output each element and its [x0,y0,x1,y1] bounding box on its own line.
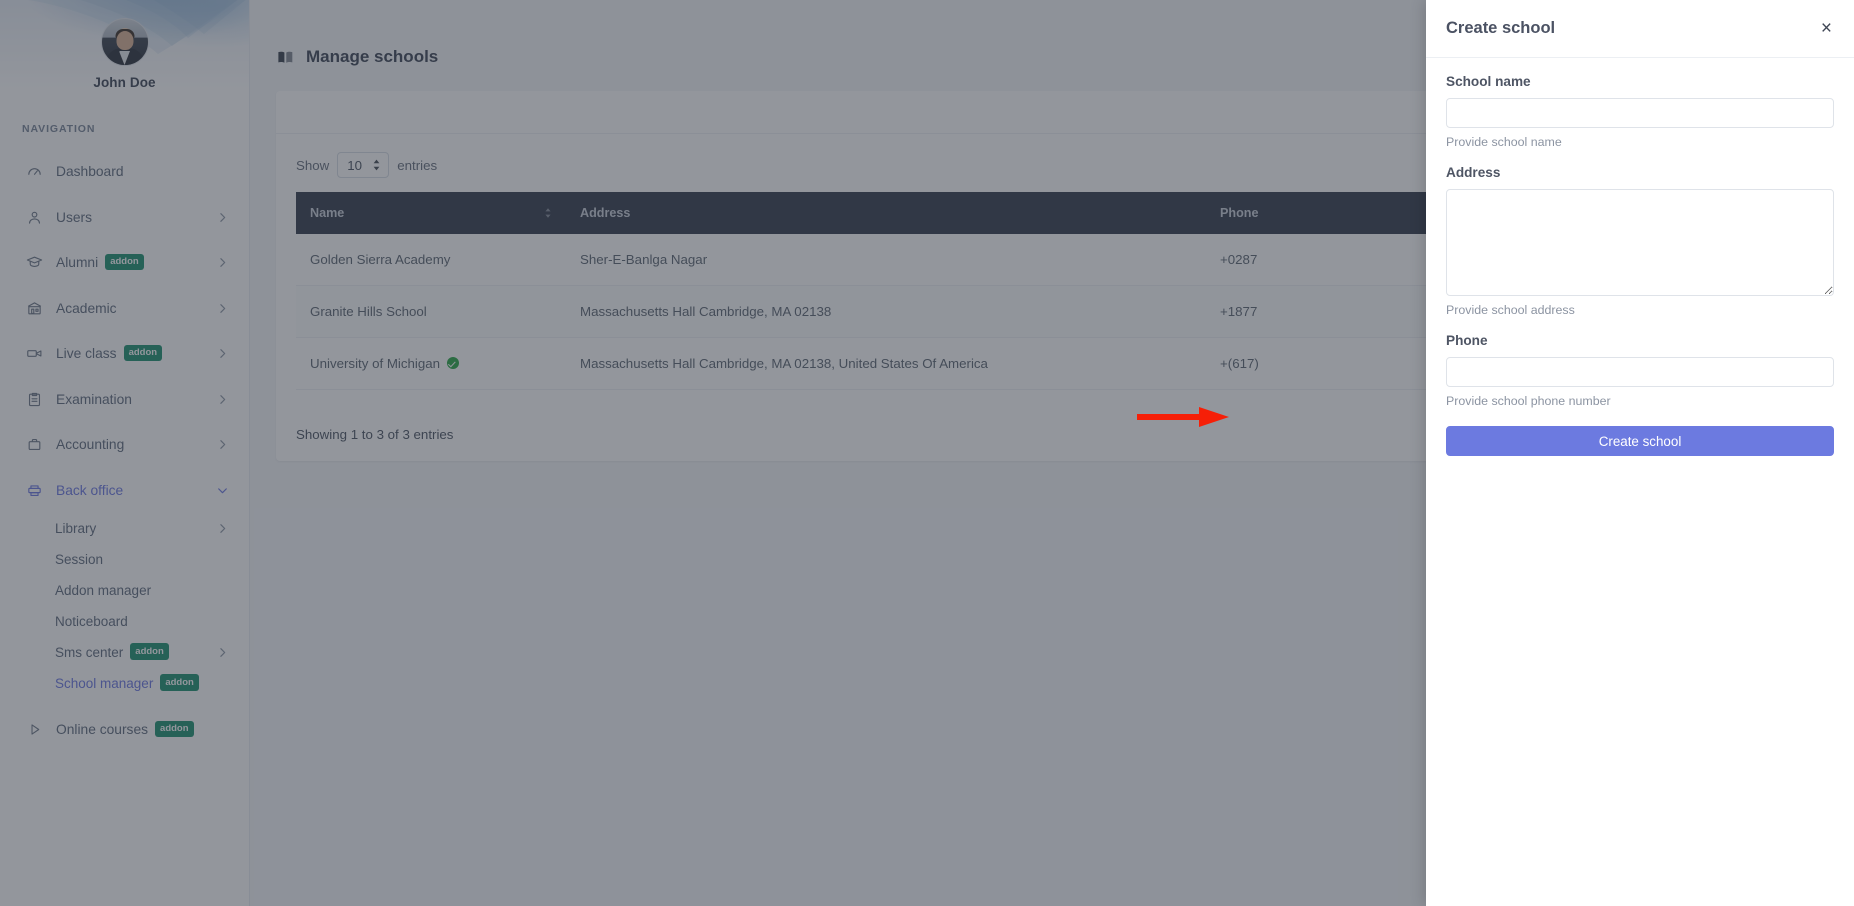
panel-title: Create school [1446,19,1556,37]
panel-header: Create school × [1426,0,1854,58]
phone-help: Provide school phone number [1446,394,1611,408]
phone-input[interactable] [1446,357,1834,387]
address-help: Provide school address [1446,303,1575,317]
address-textarea[interactable] [1446,189,1834,296]
create-school-button[interactable]: Create school [1446,426,1834,456]
application-window: John Doe NAVIGATION Dashboard [0,0,1854,906]
phone-label: Phone [1446,333,1488,348]
panel-body: School name Provide school name Address … [1426,58,1854,456]
school-name-input[interactable] [1446,98,1834,128]
close-icon[interactable]: × [1817,15,1836,42]
create-school-panel: Create school × School name Provide scho… [1426,0,1854,906]
address-label: Address [1446,165,1501,180]
school-name-help: Provide school name [1446,135,1562,149]
school-name-label: School name [1446,74,1531,89]
